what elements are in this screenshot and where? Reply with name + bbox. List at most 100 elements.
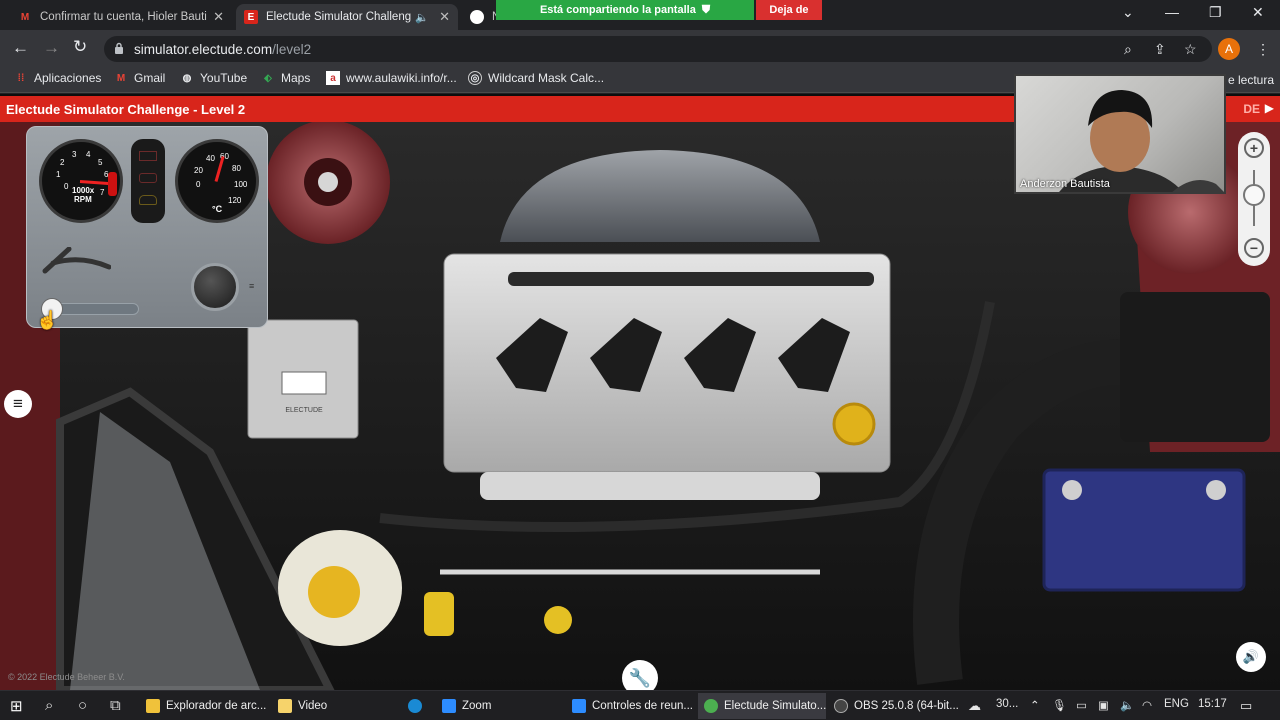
profile-avatar[interactable]: A — [1218, 38, 1240, 60]
tray-chevron-icon[interactable]: ⌃ — [1030, 698, 1040, 712]
cloud-weather-icon[interactable]: ☁ — [968, 698, 981, 714]
zoom-lens-icon[interactable]: ⌕ — [1124, 41, 1132, 58]
forward-arrow-icon[interactable]: → — [43, 38, 60, 58]
reload-icon[interactable]: ↻ — [73, 37, 87, 57]
exhaust-heat-shield — [480, 472, 820, 500]
rpm-tick: 7 — [100, 188, 105, 197]
tab-strip: M Confirmar tu cuenta, Hioler Bauti ✕ E … — [0, 0, 1280, 30]
rpm-tick: 1 — [56, 170, 61, 179]
chrome-icon — [470, 10, 484, 24]
gmail-icon: M — [20, 11, 30, 23]
bookmark-aulawiki[interactable]: a www.aulawiki.info/r... — [326, 71, 457, 85]
stop-share-button[interactable]: Deja de — [756, 0, 822, 20]
taskbar-app-obs[interactable]: OBS 25.0.8 (64-bit... — [828, 693, 959, 719]
electude-icon: E — [244, 10, 258, 24]
task-view-icon[interactable]: ⧉ — [110, 697, 121, 714]
temp-tick: 100 — [234, 180, 248, 189]
tab-gmail[interactable]: M Confirmar tu cuenta, Hioler Bauti ✕ — [10, 4, 232, 30]
rpm-tick: 3 — [72, 150, 77, 159]
chevron-down-icon[interactable]: ⌄ — [1122, 4, 1134, 21]
wiper-lever-icon[interactable] — [41, 247, 111, 275]
oil-dipstick-handle — [424, 592, 454, 636]
edge-icon — [408, 699, 422, 713]
apps-grid-icon: ⁞⁞ — [17, 72, 25, 84]
bookmark-gmail[interactable]: M Gmail — [114, 71, 166, 85]
battery-negative-terminal — [1062, 480, 1082, 500]
zoom-in-button[interactable]: + — [1244, 138, 1264, 158]
taskbar-app-chrome[interactable]: Electude Simulato... — [698, 693, 826, 719]
tab-other[interactable]: N — [462, 4, 496, 30]
rpm-needle — [79, 180, 111, 186]
taskbar-app-video[interactable]: Video — [272, 693, 394, 719]
taskbar-app-explorer[interactable]: Explorador de arc... — [140, 693, 268, 719]
coolant-cap — [308, 566, 360, 618]
screen-share-banner: Está compartiendo la pantalla ⛊ — [496, 0, 754, 20]
chrome-icon — [704, 699, 718, 713]
fuel-rail — [508, 272, 874, 286]
bookmark-label: Wildcard Mask Calc... — [488, 71, 605, 85]
minimize-icon[interactable]: — — [1165, 4, 1179, 20]
rpm-gauge: 1000x RPM 0 1 2 3 4 5 6 7 — [39, 139, 123, 223]
taskbar-app-zoom[interactable]: Zoom — [436, 693, 560, 719]
temp-tick: 20 — [194, 166, 203, 175]
cortana-icon[interactable]: ○ — [78, 697, 87, 714]
brand-logo: DE — [1243, 102, 1260, 116]
speaker-icon: 🔊 — [1242, 649, 1260, 664]
dashboard-panel: 1000x RPM 0 1 2 3 4 5 6 7 °C 0 20 40 60 … — [26, 126, 268, 328]
light-switch-knob[interactable] — [191, 263, 239, 311]
close-icon[interactable]: ✕ — [207, 9, 224, 25]
folder-icon — [146, 699, 160, 713]
close-icon[interactable]: ✕ — [433, 9, 450, 25]
notifications-icon[interactable]: ▭ — [1240, 698, 1252, 714]
language-indicator[interactable]: ENG — [1164, 698, 1189, 710]
expand-arrow-icon[interactable]: ▶ — [1265, 101, 1274, 115]
volume-icon[interactable]: 🔈 — [1120, 698, 1134, 712]
tab-title: Confirmar tu cuenta, Hioler Bauti — [40, 11, 207, 23]
webcam-overlay: Anderzon Bautista — [1014, 74, 1226, 194]
menu-button[interactable]: ≡ — [4, 390, 32, 418]
temp-needle — [214, 156, 225, 182]
zoom-slider-knob[interactable] — [1243, 184, 1265, 206]
share-icon[interactable]: ⇪ — [1154, 41, 1166, 58]
bookmark-label: Maps — [281, 71, 311, 85]
bookmark-youtube[interactable]: ◍ YouTube — [180, 71, 248, 85]
bookmark-label: Aplicaciones — [34, 71, 102, 85]
taskbar-app-label: Electude Simulato... — [724, 700, 827, 712]
bookmark-star-icon[interactable]: ☆ — [1184, 41, 1197, 58]
tab-electude[interactable]: E Electude Simulator Challeng 🔈 ✕ — [236, 4, 458, 30]
tools-button[interactable]: 🔧 — [622, 660, 658, 690]
wifi-icon[interactable]: ◠ — [1142, 698, 1152, 712]
camera-icon[interactable]: ▭ — [1076, 698, 1087, 712]
search-icon[interactable]: ⌕ — [45, 697, 53, 714]
obs-icon — [834, 699, 848, 713]
clock[interactable]: 15:17 — [1198, 698, 1227, 710]
address-bar[interactable]: simulator.electude.com/level2 — [104, 36, 1212, 62]
rpm-unit-line1: 1000x — [72, 186, 95, 195]
kebab-menu-icon[interactable]: ⋮ — [1256, 41, 1270, 58]
bookmark-label: Gmail — [134, 71, 166, 85]
hamburger-icon: ≡ — [13, 394, 23, 413]
sound-button[interactable]: 🔊 — [1236, 642, 1266, 672]
bookmark-wildcard[interactable]: ◎ Wildcard Mask Calc... — [468, 71, 604, 85]
zoom-control: + − — [1238, 132, 1270, 266]
copyright-text: © 2022 Electude Beheer B.V. — [8, 672, 125, 682]
taskbar-app-zoom-controls[interactable]: Controles de reun... — [566, 693, 694, 719]
back-arrow-icon[interactable]: ← — [12, 38, 29, 58]
rpm-redline — [108, 172, 117, 196]
weather-text[interactable]: 30... — [996, 698, 1018, 710]
maximize-icon[interactable]: ❐ — [1209, 4, 1222, 21]
taskbar-app-label: OBS 25.0.8 (64-bit... — [854, 700, 959, 712]
zoom-out-button[interactable]: − — [1244, 238, 1264, 258]
taskbar-app-edge[interactable] — [402, 693, 432, 719]
temp-tick: 80 — [232, 164, 241, 173]
lock-icon — [115, 42, 123, 54]
reading-list-label[interactable]: e lectura — [1228, 73, 1274, 87]
microphone-icon[interactable]: 🎙 — [1052, 698, 1067, 712]
windows-start-icon[interactable]: ⊞ — [10, 697, 23, 715]
aulawiki-icon: a — [326, 71, 340, 85]
bookmark-maps[interactable]: ⬖ Maps — [261, 71, 310, 85]
bookmark-apps[interactable]: ⁞⁞ Aplicaciones — [14, 71, 102, 85]
taskbar-app-label: Video — [298, 700, 328, 712]
window-close-icon[interactable]: ✕ — [1252, 4, 1264, 21]
network-icon[interactable]: ▣ — [1098, 698, 1109, 712]
